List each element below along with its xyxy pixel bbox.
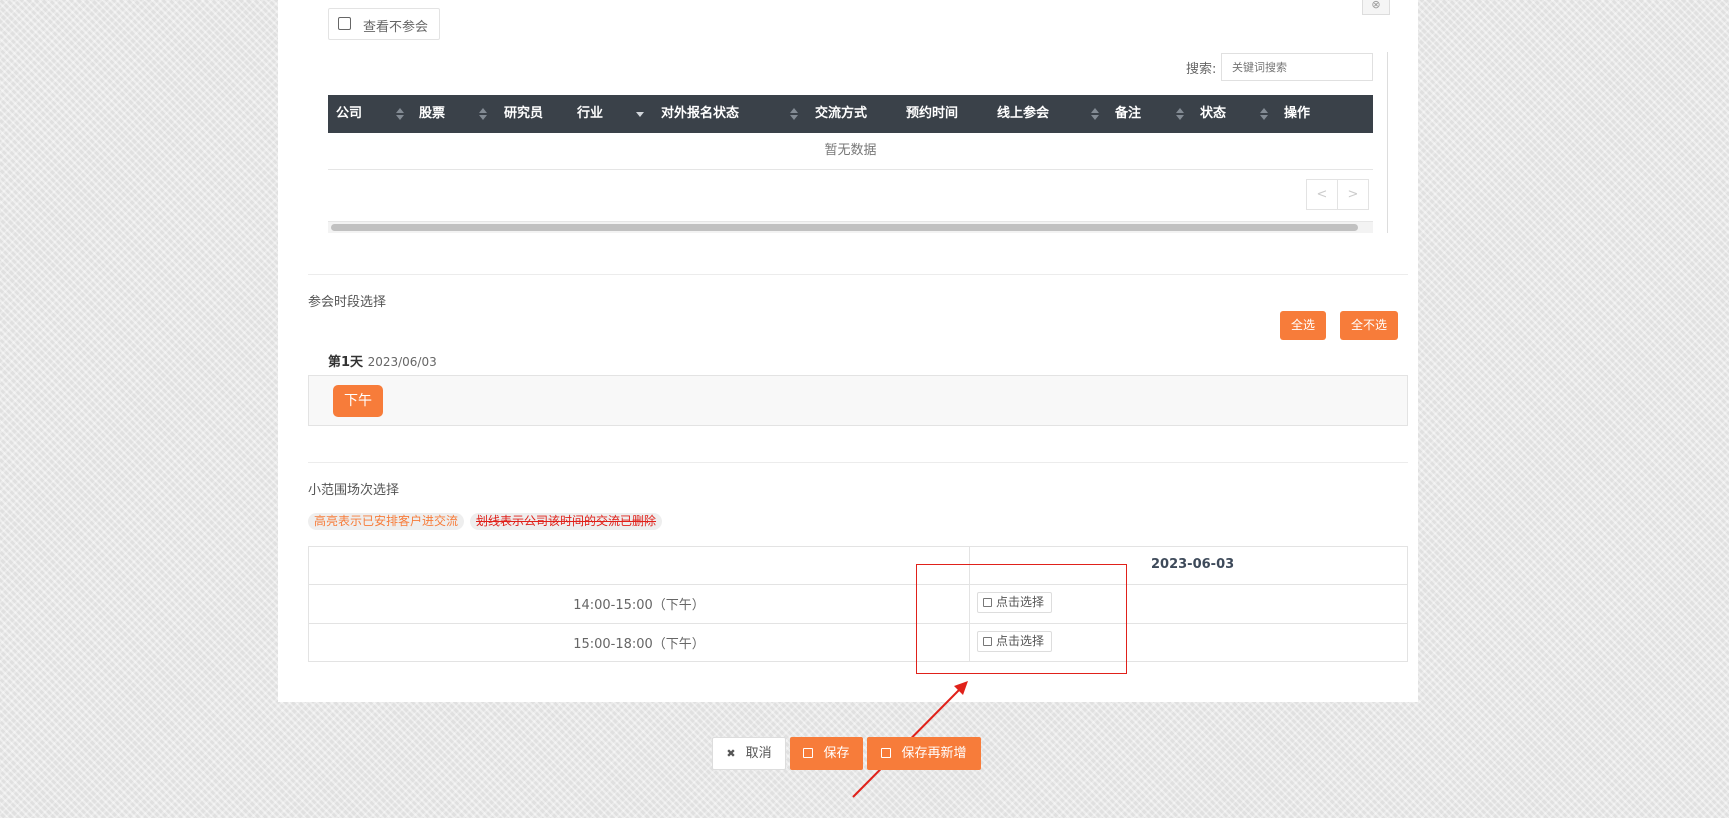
search-label: 搜索: [1186, 62, 1217, 77]
annotation-highlight-box [916, 564, 1127, 674]
legend-highlight-badge: 高亮表示已安排客户进交流 [308, 513, 465, 530]
column-header[interactable]: 预约时间 [906, 95, 958, 133]
divider [308, 274, 1408, 275]
save-label: 保存 [823, 746, 850, 761]
table-border [1387, 52, 1388, 233]
scrollbar-thumb[interactable] [331, 224, 1358, 231]
section-title-small-session: 小范围场次选择 [308, 483, 400, 498]
divider [308, 462, 1408, 463]
afternoon-slot-button[interactable]: 下午 [333, 385, 383, 417]
sort-icon[interactable] [1176, 108, 1184, 120]
column-header[interactable]: 交流方式 [815, 95, 867, 133]
sort-icon[interactable] [1091, 108, 1099, 120]
day-label: 第1天 2023/06/03 [328, 351, 437, 370]
sort-desc-icon[interactable] [636, 108, 644, 120]
search-input[interactable] [1221, 53, 1373, 81]
close-icon: ✖ [726, 747, 736, 760]
legend-strike-badge: 划线表示公司该时间的交流已删除 [470, 513, 663, 530]
column-header[interactable]: 行业 [577, 95, 603, 133]
sort-icon[interactable] [1260, 108, 1268, 120]
save-new-label: 保存再新增 [901, 746, 967, 761]
save-button[interactable]: 保存 [790, 737, 863, 770]
cancel-label: 取消 [745, 746, 772, 761]
save-icon [803, 748, 814, 758]
time-slot-label: 15:00-18:00（下午） [573, 637, 705, 652]
checkbox-square[interactable] [338, 17, 351, 30]
empty-message: 暂无数据 [328, 133, 1373, 170]
copy-icon [881, 748, 892, 758]
column-header[interactable]: 备注 [1115, 95, 1141, 133]
time-slot-label: 14:00-15:00（下午） [573, 598, 705, 613]
horizontal-scrollbar[interactable] [328, 221, 1373, 233]
day-date: 2023/06/03 [367, 355, 437, 369]
section-title-session: 参会时段选择 [308, 295, 387, 310]
column-header[interactable]: 公司 [336, 95, 362, 133]
table-header: 公司 股票 研究员 行业 对外报名状态 交流方式 预约时间 线上参会 备注 状态… [328, 95, 1373, 133]
save-and-new-button[interactable]: 保存再新增 [867, 737, 981, 770]
checkbox-label: 查看不参会 [363, 20, 429, 35]
sort-icon[interactable] [790, 108, 798, 120]
select-none-button[interactable]: 全不选 [1340, 311, 1398, 340]
column-header[interactable]: 状态 [1200, 95, 1226, 133]
session-grid: 2023-06-03 14:00-15:00（下午） 15:00-18:00（下… [308, 546, 1408, 662]
slot-container [308, 375, 1408, 426]
cancel-button[interactable]: ✖ 取消 [712, 737, 786, 770]
close-icon[interactable]: ⊗ [1362, 0, 1390, 15]
column-header[interactable]: 股票 [419, 95, 445, 133]
select-all-button[interactable]: 全选 [1280, 311, 1326, 340]
sort-icon[interactable] [479, 108, 487, 120]
column-header[interactable]: 线上参会 [997, 95, 1049, 133]
pager-prev-button[interactable]: < [1306, 179, 1338, 210]
pager-next-button[interactable]: > [1337, 179, 1369, 210]
day-number: 第1天 [328, 355, 364, 370]
column-header: 操作 [1284, 106, 1311, 121]
show-absent-checkbox[interactable]: 查看不参会 [328, 8, 440, 40]
column-header[interactable]: 研究员 [504, 95, 543, 133]
sort-icon[interactable] [396, 108, 404, 120]
grid-date-header: 2023-06-03 [1151, 557, 1235, 572]
column-header[interactable]: 对外报名状态 [661, 95, 739, 133]
